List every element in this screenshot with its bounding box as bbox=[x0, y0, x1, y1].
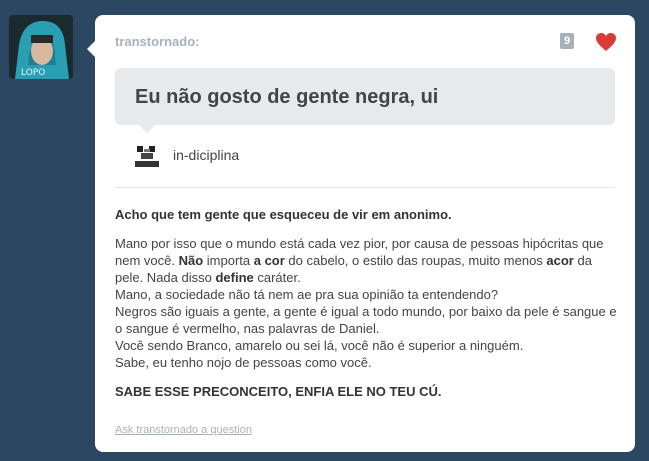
answer-line: Sabe, eu tenho nojo de pessoas como você… bbox=[115, 355, 372, 370]
avatar-image: LOPO bbox=[9, 15, 73, 79]
notes-count-badge[interactable]: 9 bbox=[560, 33, 575, 49]
ask-post-card: transtornado: 9 Eu não gosto de gente ne… bbox=[87, 15, 635, 452]
ask-question-link[interactable]: Ask transtornado a question bbox=[115, 424, 252, 436]
answerer[interactable]: in-diciplina bbox=[135, 143, 239, 167]
answer-emphasis: Não bbox=[178, 253, 204, 268]
answer-emphasis: acor bbox=[546, 253, 574, 268]
answer-text: do cabelo, o estilo das roupas, muito me… bbox=[284, 253, 547, 268]
asker-name[interactable]: transtornado: bbox=[115, 34, 200, 49]
answer-emphasis: a cor bbox=[253, 253, 285, 268]
answer-intro: Acho que tem gente que esqueceu de vir e… bbox=[115, 207, 452, 222]
blog-avatar[interactable]: LOPO bbox=[9, 15, 73, 79]
answer-text: caráter. bbox=[253, 270, 301, 285]
answer-line: Você sendo Branco, amarelo ou sei lá, vo… bbox=[115, 338, 524, 353]
answer-outro: SABE ESSE PRECONCEITO, ENFIA ELE NO TEU … bbox=[115, 384, 442, 399]
answerer-avatar[interactable] bbox=[135, 143, 159, 167]
answer-paragraph: Mano por isso que o mundo está cada vez … bbox=[115, 235, 619, 371]
question-text: Eu não gosto de gente negra, ui bbox=[135, 86, 439, 108]
svg-text:LOPO: LOPO bbox=[21, 68, 45, 78]
heart-icon[interactable] bbox=[595, 32, 617, 52]
question-bubble: Eu não gosto de gente negra, ui bbox=[115, 68, 615, 133]
answerer-name[interactable]: in-diciplina bbox=[173, 147, 239, 163]
post-pointer bbox=[87, 41, 95, 57]
answer-text: importa bbox=[203, 253, 254, 268]
answer-line: Mano, a sociedade não tá nem ae pra sua … bbox=[115, 287, 499, 302]
divider bbox=[115, 187, 615, 188]
question-bubble-tail bbox=[139, 125, 155, 133]
answer-line: Negros são iguais a gente, a gente é igu… bbox=[115, 304, 617, 336]
answer-emphasis: define bbox=[215, 270, 254, 285]
answer-body: Acho que tem gente que esqueceu de vir e… bbox=[115, 206, 619, 412]
